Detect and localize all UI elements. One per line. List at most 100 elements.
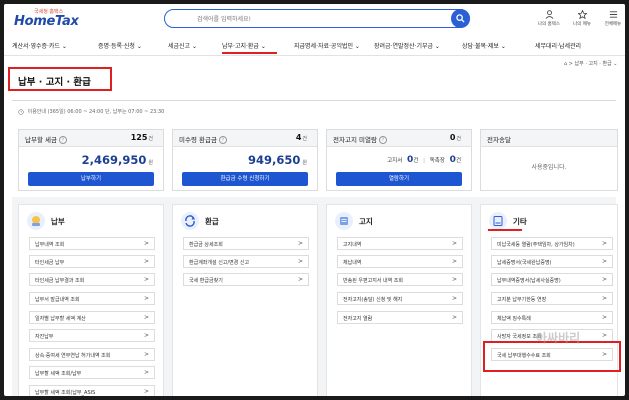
list-item[interactable]: 타인세금 납부결과 조회 >	[29, 273, 155, 286]
list-item[interactable]: 전자고지 열람 >	[337, 311, 463, 324]
list-item[interactable]: 고지분 납부기한등 연장 >	[491, 292, 613, 305]
list-item[interactable]: 자진납부 >	[29, 329, 155, 342]
panel-notice-title: 고지	[359, 217, 373, 226]
list-item[interactable]: 납부할 세액 조회(납부_ASIS >	[29, 385, 155, 396]
list-item[interactable]: 상속·증여세 연부연납 허가내역 조회 >	[29, 348, 155, 361]
card-refund-count: 4	[295, 133, 302, 142]
chevron-right-icon: >	[143, 295, 149, 302]
refund-apply-button[interactable]: 환급금 수령 신청하기	[182, 172, 308, 186]
chevron-right-icon: >	[297, 258, 303, 265]
panel-notice: 고지 고지내역 > 체납내역 > 반송된 우편고지서 내역 조회 > 전자고지(송달)…	[326, 204, 472, 396]
help-icon[interactable]: ?	[378, 136, 387, 144]
list-item[interactable]: 납세증명서(국세완납증명) >	[491, 255, 613, 268]
list-item[interactable]: 납부내역 조회 >	[29, 237, 155, 250]
search-icon	[456, 13, 465, 23]
card-refund-label: 미수령 환급금	[179, 136, 217, 144]
list-item[interactable]: 납부할 세액 조회/납부 >	[29, 366, 155, 379]
panel-etc-title: 기타	[513, 217, 527, 226]
page-title-highlight: 납부 · 고지 · 환급	[8, 67, 112, 91]
all-menu-button[interactable]: 전체메뉴	[598, 10, 625, 27]
list-item[interactable]: 고지내역 >	[337, 237, 463, 250]
list-item[interactable]: 미납국세등 열람(주택임차, 상가임차) >	[491, 237, 613, 250]
list-item[interactable]: 환급금 상세조회 >	[183, 237, 309, 250]
list-item[interactable]: 납부내역증명서(납세사실증명) >	[491, 273, 613, 286]
chevron-right-icon: >	[143, 351, 149, 358]
chevron-right-icon: >	[601, 314, 607, 321]
chevron-right-icon: >	[143, 276, 149, 283]
list-item-label: 체납내역	[343, 260, 362, 266]
help-icon[interactable]: ?	[218, 136, 227, 144]
list-item[interactable]: 체납내역 >	[337, 255, 463, 268]
card-tax-due-count: 125	[130, 133, 148, 142]
logo-text: HomeTax	[14, 14, 79, 29]
card-refund-count-wrap: 4건	[296, 133, 307, 142]
search-input[interactable]	[195, 12, 439, 27]
breadcrumb[interactable]: ⌂ > 납부 · 고지 · 환급 ⌄	[564, 60, 617, 67]
chevron-right-icon: >	[297, 240, 303, 247]
my-hometax-button[interactable]: 나의 홈택스	[534, 10, 564, 27]
list-item[interactable]: 체납액 징수특례 >	[491, 311, 613, 324]
pay-button[interactable]: 납부하기	[28, 172, 154, 186]
notice-demand-label: 독촉장	[429, 158, 445, 164]
chevron-right-icon: >	[451, 314, 457, 321]
nav-item-consult[interactable]: 상담·불복·제보 ⌄	[462, 41, 506, 50]
list-item[interactable]: 환급계좌개설 신고/변경 신고 >	[183, 255, 309, 268]
list-item[interactable]: 국세 환급금찾기 >	[183, 273, 309, 286]
clock-icon	[18, 108, 24, 115]
list-item-label: 자진납부	[35, 334, 54, 340]
nav-item-tax-report[interactable]: 세금신고 ⌄	[168, 41, 197, 50]
list-item-label: 납세증명서(국세완납증명)	[497, 260, 552, 266]
hometax-logo[interactable]: 국세청 홈택스 HomeTax	[14, 8, 84, 30]
list-item-label: 전자고지(송달) 신청 및 해지	[343, 297, 403, 303]
my-menu-button[interactable]: 나의 메뉴	[567, 10, 597, 27]
list-item-label: 상속·증여세 연부연납 허가내역 조회	[35, 353, 111, 359]
watermark: 아싸바리	[536, 331, 581, 345]
chevron-right-icon: >	[451, 240, 457, 247]
menu-icon	[609, 11, 617, 18]
help-icon[interactable]: ?	[58, 136, 67, 144]
list-item[interactable]: 전자고지(송달) 신청 및 해지 >	[337, 292, 463, 305]
list-item[interactable]: 납부서 발급내역 조회 >	[29, 292, 155, 305]
chevron-right-icon: >	[143, 369, 149, 376]
list-item[interactable]: 반송된 우편고지서 내역 조회 >	[337, 273, 463, 286]
user-icon	[545, 10, 553, 19]
nav-item-incentive[interactable]: 장려금·연말정산·기부금 ⌄	[374, 41, 440, 50]
list-item-label: 일자별 납부할 세액 계산	[35, 316, 86, 322]
sub-separator: |	[423, 158, 425, 164]
nav-item-invoice[interactable]: 계산서·영수증·카드 ⌄	[12, 41, 67, 50]
chevron-right-icon: >	[601, 240, 607, 247]
panel-payment-title: 납부	[51, 217, 65, 226]
card-tax-due-count-wrap: 125건	[131, 133, 153, 142]
list-item-label: 납부할 세액 조회/납부	[35, 371, 82, 377]
chevron-right-icon: >	[143, 388, 149, 395]
card-e-delivery-label: 전자송달	[487, 136, 511, 144]
nav-item-certificate[interactable]: 증명·등록·신청 ⌄	[98, 41, 142, 50]
list-item[interactable]: 타인세금 납부 >	[29, 255, 155, 268]
nav-item-agent[interactable]: 세무대리·납세관리	[535, 41, 581, 50]
chevron-right-icon: >	[143, 332, 149, 339]
chevron-right-icon: >	[601, 295, 607, 302]
chevron-right-icon: >	[143, 258, 149, 265]
card-refund-label-wrap: 미수령 환급금?	[179, 134, 227, 144]
nav-item-statement[interactable]: 지급명세·자료·공익법인 ⌄	[294, 41, 360, 50]
my-menu-label: 나의 메뉴	[573, 22, 591, 27]
list-item-label: 반송된 우편고지서 내역 조회	[343, 278, 403, 284]
chevron-right-icon: >	[451, 276, 457, 283]
view-button[interactable]: 열람하기	[336, 172, 462, 186]
list-item-label: 고지분 납부기한등 연장	[497, 297, 547, 303]
search-button[interactable]	[451, 8, 470, 28]
list-item-label: 사망자 국세정보 조회	[497, 334, 542, 340]
list-item-label: 전자고지 열람	[343, 316, 373, 322]
card-tax-due-label: 납부할 세금	[25, 136, 57, 144]
list-item[interactable]: 일자별 납부할 세액 계산 >	[29, 311, 155, 324]
card-e-notice-label: 전자고지 미열람	[333, 136, 377, 144]
card-e-notice-header: 전자고지 미열람? 0건	[327, 130, 471, 147]
nav-item-payment[interactable]: 납부·고지·환급 ⌄	[222, 41, 266, 50]
payment-icon	[27, 212, 45, 230]
notice-bill-unit: 건	[413, 158, 419, 164]
list-item-label: 환급계좌개설 신고/변경 신고	[189, 260, 250, 266]
list-item-label: 납부할 세액 조회(납부_ASIS	[35, 390, 96, 396]
chevron-right-icon: >	[601, 332, 607, 339]
card-tax-due-header: 납부할 세금? 125건	[19, 130, 163, 147]
browser-viewport: 국세청 홈택스 HomeTax 나의 홈택스 나의 메뉴 전체메뉴 계산서·영수…	[4, 4, 625, 396]
